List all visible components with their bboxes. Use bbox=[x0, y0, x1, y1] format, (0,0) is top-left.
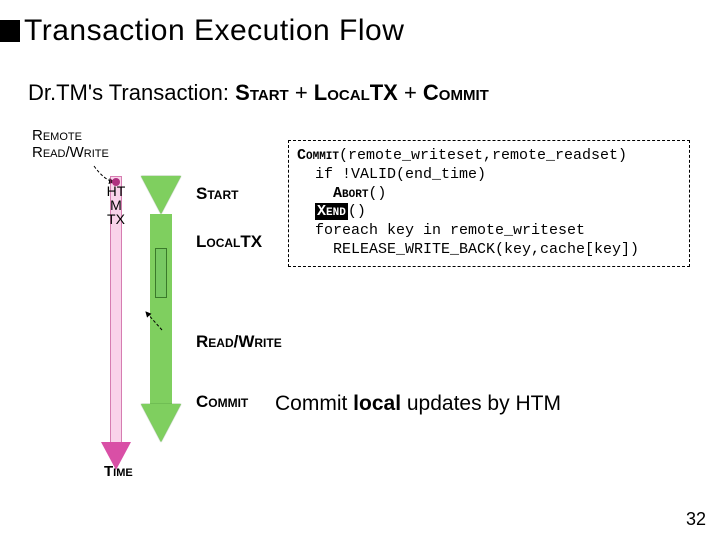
subtitle-prefix: Dr.TM's Transaction: bbox=[28, 80, 235, 105]
phase-start: Start bbox=[196, 184, 238, 204]
subtitle-commit: Commit bbox=[423, 80, 489, 105]
timeline-diagram: Remote Read/Write HT M TX Start LocalTX … bbox=[32, 128, 252, 488]
subtitle-start: Start bbox=[235, 80, 289, 105]
green-triangle-bottom-icon bbox=[141, 404, 181, 442]
subtitle-plus1: + bbox=[289, 80, 314, 105]
phase-localtx: LocalTX bbox=[196, 232, 262, 252]
slide-number: 32 bbox=[686, 509, 706, 530]
remote-rw-label: Remote Read/Write bbox=[32, 128, 109, 161]
commit-note-prefix: Commit bbox=[275, 392, 353, 415]
code-abort-kw: Abort bbox=[333, 185, 368, 202]
subtitle: Dr.TM's Transaction: Start + LocalTX + C… bbox=[28, 80, 489, 106]
code-line5: foreach key in remote_writeset bbox=[297, 222, 585, 239]
commit-note-bold: local bbox=[353, 392, 401, 415]
phase-readwrite: Read/Write bbox=[196, 332, 282, 352]
code-commit-args: (remote_writeset,remote_readset) bbox=[339, 147, 627, 164]
page-title: Transaction Execution Flow bbox=[24, 14, 404, 48]
code-xend-rest: () bbox=[348, 203, 366, 220]
htm-tx-label: HT M TX bbox=[100, 184, 132, 226]
inner-arrow-icon bbox=[138, 306, 168, 336]
code-abort-rest: () bbox=[368, 185, 386, 202]
remote-line1: Remote bbox=[32, 127, 82, 144]
code-line6: RELEASE_WRITE_BACK(key,cache[key]) bbox=[297, 241, 639, 258]
remote-line2: Read/Write bbox=[32, 144, 109, 161]
green-triangle-top-icon bbox=[141, 176, 181, 214]
commit-note: Commit local updates by HTM bbox=[275, 392, 561, 416]
subtitle-localtx: LocalTX bbox=[314, 80, 398, 105]
green-rail-inner bbox=[155, 248, 167, 298]
commit-pseudocode: Commit(remote_writeset,remote_readset) i… bbox=[288, 140, 690, 267]
title-bullet bbox=[0, 20, 20, 42]
title-bar: Transaction Execution Flow bbox=[0, 14, 404, 48]
code-xend-kw: Xend bbox=[315, 203, 348, 220]
phase-commit: Commit bbox=[196, 392, 248, 412]
code-line2: if !VALID(end_time) bbox=[297, 166, 486, 183]
commit-note-suffix: updates by HTM bbox=[401, 392, 561, 415]
subtitle-plus2: + bbox=[398, 80, 423, 105]
time-axis-label: Time bbox=[104, 463, 133, 480]
code-commit-kw: Commit bbox=[297, 147, 339, 164]
